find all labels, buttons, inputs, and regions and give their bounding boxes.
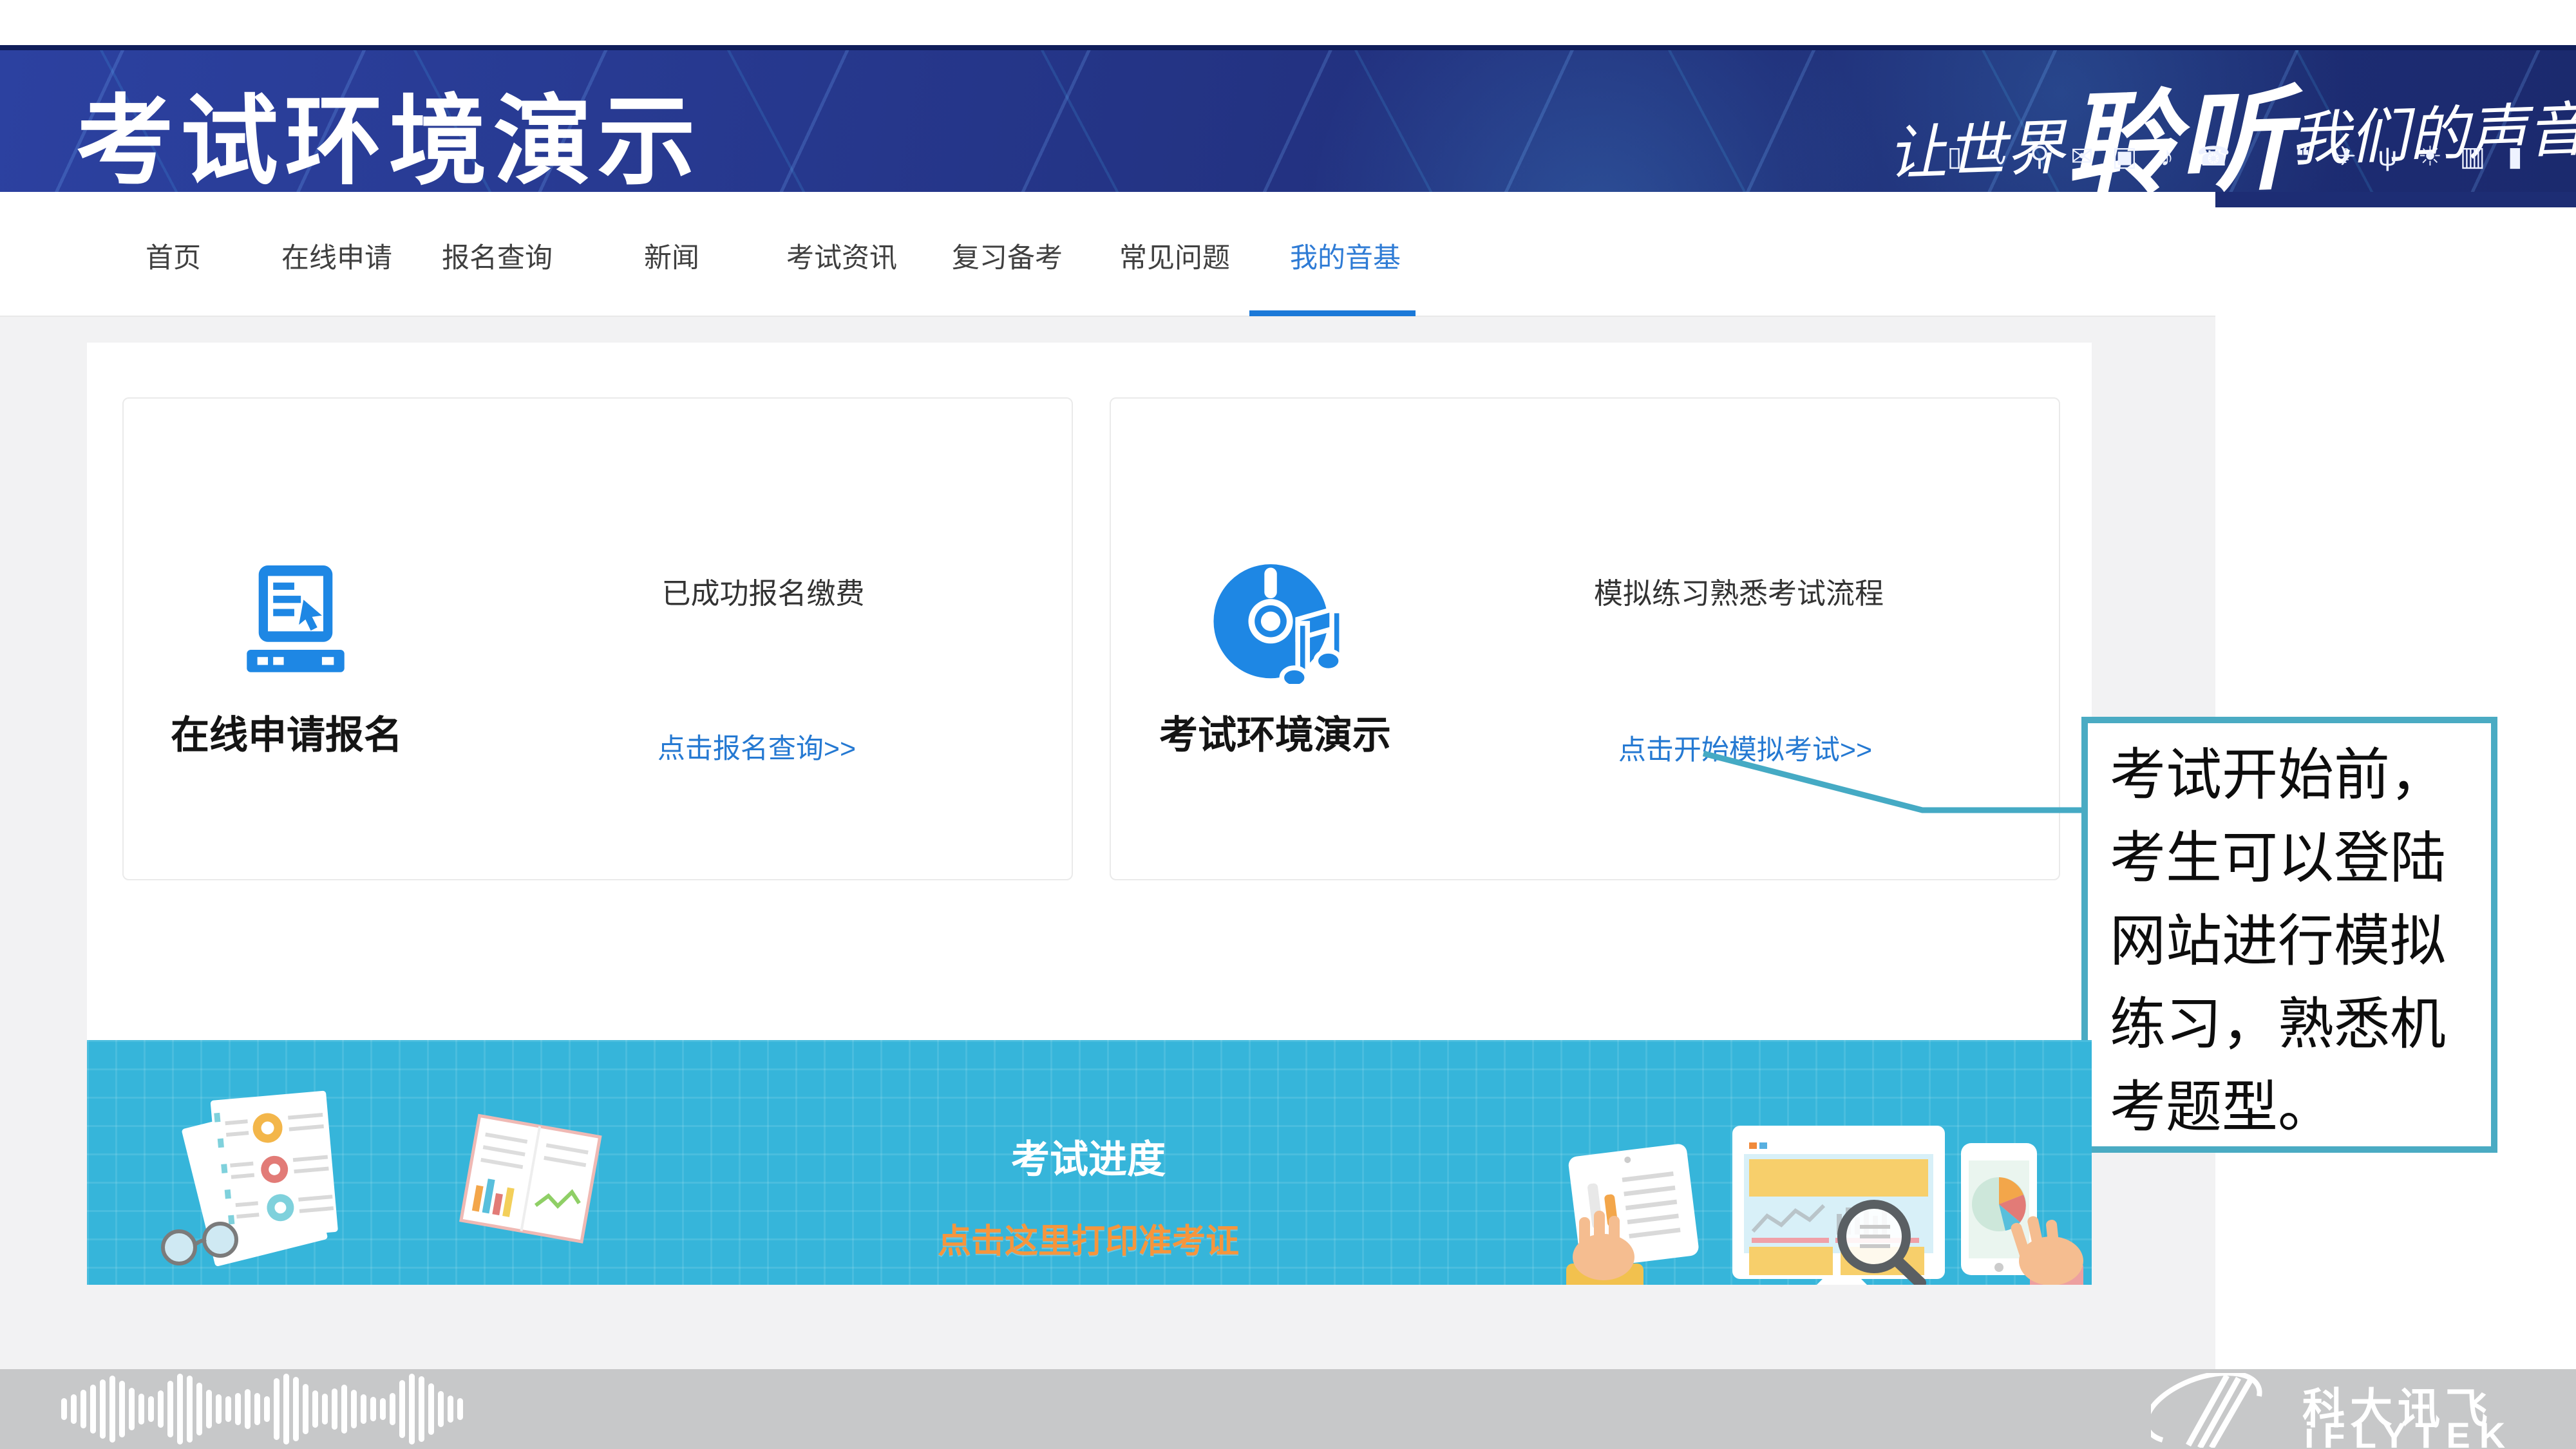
apply-status-text: 已成功报名缴费 [535, 570, 992, 612]
waveform-bar [322, 1394, 328, 1425]
nav-item-query[interactable]: 报名查询 [442, 236, 553, 276]
waveform-bar [351, 1390, 357, 1428]
waveform-bar [148, 1396, 154, 1422]
waveform-bar [90, 1385, 96, 1434]
waveform-bar [225, 1396, 231, 1422]
waveform-bar [206, 1390, 212, 1428]
phone-icon: ▯ [1942, 140, 1967, 172]
waveform-bar [293, 1377, 299, 1441]
waveform-bar [254, 1393, 260, 1425]
chat-icon: ❝ [2289, 140, 2315, 172]
brochure-illustration [438, 1108, 625, 1262]
waveform-bar [274, 1378, 279, 1440]
card-title-exam-demo: 考试环境演示 [1159, 704, 1391, 760]
waveform-bar [390, 1393, 395, 1425]
handset-icon: ☎ [2197, 140, 2230, 172]
iflytek-swoosh-icon [2151, 1373, 2296, 1448]
sun-icon: ☀ [2417, 140, 2443, 172]
waveform-bar [457, 1398, 463, 1420]
airplane-icon: ✈ [2332, 140, 2358, 172]
mail-icon: ✉ [2069, 140, 2095, 172]
tv-icon: ▣ [2112, 140, 2137, 172]
waveform-bar [100, 1379, 106, 1439]
waveform-bar [341, 1385, 347, 1434]
cart-icon: ▥ [2459, 140, 2485, 172]
waveform-bar [283, 1374, 289, 1444]
pulse-icon: ∿ [1984, 140, 2010, 172]
waveform-bar [167, 1381, 173, 1437]
active-tab-underline [1249, 310, 1416, 316]
waveform-bar [196, 1383, 202, 1435]
waveform-bar [245, 1389, 251, 1429]
card-title-online-apply: 在线申请报名 [171, 704, 402, 760]
waveform-bar [399, 1380, 405, 1438]
waveform-bar [129, 1388, 135, 1430]
monitor [1732, 1126, 1945, 1285]
banner-title: 考试进度 [889, 1128, 1288, 1184]
waveform-bar [370, 1397, 376, 1421]
waveform-bar [80, 1390, 86, 1428]
slide: 考试环境演示 让世界聆听我们的声音 ▯ ∿ ⚲ ✉ ▣ ♪ ☎ ❝ ✈ ψ ☀ … [0, 0, 2576, 1449]
waveform-bar [438, 1391, 444, 1427]
microphone-icon: ψ [2374, 141, 2400, 172]
waveform-bar [109, 1376, 115, 1443]
waveform-bar [138, 1394, 144, 1425]
gas-pump-icon: ▮ [2502, 140, 2528, 172]
query-registration-link[interactable]: 点击报名查询>> [535, 726, 979, 766]
annotation-text: 考试开始前， 考生可以登陆 网站进行模拟 练习，熟悉机 考题型。 [2088, 723, 2491, 1149]
waveform-bar [380, 1398, 386, 1420]
waveform-bar [361, 1394, 366, 1424]
waveform-bar [428, 1383, 434, 1435]
waveform-bar [71, 1394, 77, 1424]
waveform-bar [303, 1384, 308, 1434]
waveform-bar [158, 1390, 164, 1428]
waveform-bar [264, 1396, 270, 1422]
waveform-bar [332, 1388, 337, 1430]
cd-music-icon [1209, 555, 1349, 684]
laptop-icon [229, 565, 362, 679]
nav-item-apply[interactable]: 在线申请 [281, 236, 392, 276]
nav-item-myyinji[interactable]: 我的音基 [1290, 236, 1401, 276]
music-note-icon: ♪ [2154, 141, 2180, 172]
nav-item-review[interactable]: 复习备考 [952, 236, 1063, 276]
documents-illustration [142, 1085, 393, 1285]
demo-status-text: 模拟练习熟悉考试流程 [1513, 570, 1964, 612]
nav-item-news[interactable]: 新闻 [644, 236, 699, 276]
waveform-bar [61, 1398, 67, 1420]
waveform-bar [409, 1374, 415, 1444]
header-icon-row: ▯ ∿ ⚲ ✉ ▣ ♪ ☎ ❝ ✈ ψ ☀ ▥ ▮ [1942, 140, 2528, 172]
nav-item-examinfo[interactable]: 考试资讯 [786, 236, 897, 276]
search-icon: ⚲ [2027, 140, 2052, 172]
waveform-bar [187, 1376, 193, 1443]
nav-item-home[interactable]: 首页 [146, 236, 201, 276]
callout-line [1674, 734, 2125, 831]
brand-name-english: iFLYTEK [2304, 1414, 2514, 1449]
print-admission-ticket-link[interactable]: 点击这里打印准考证 [837, 1214, 1340, 1262]
waveform-bar [419, 1376, 424, 1442]
waveform-logo [61, 1378, 463, 1440]
annotation-box: 考试开始前， 考生可以登陆 网站进行模拟 练习，熟悉机 考题型。 [2081, 717, 2497, 1153]
waveform-bar [119, 1381, 125, 1437]
devices-illustration [1539, 1114, 2083, 1285]
waveform-bar [235, 1393, 241, 1425]
page-title: 考试环境演示 [76, 62, 702, 204]
waveform-bar [312, 1390, 318, 1428]
waveform-bar [216, 1394, 222, 1424]
nav-item-faq[interactable]: 常见问题 [1119, 236, 1230, 276]
waveform-bar [177, 1374, 183, 1444]
waveform-bar [448, 1396, 453, 1423]
